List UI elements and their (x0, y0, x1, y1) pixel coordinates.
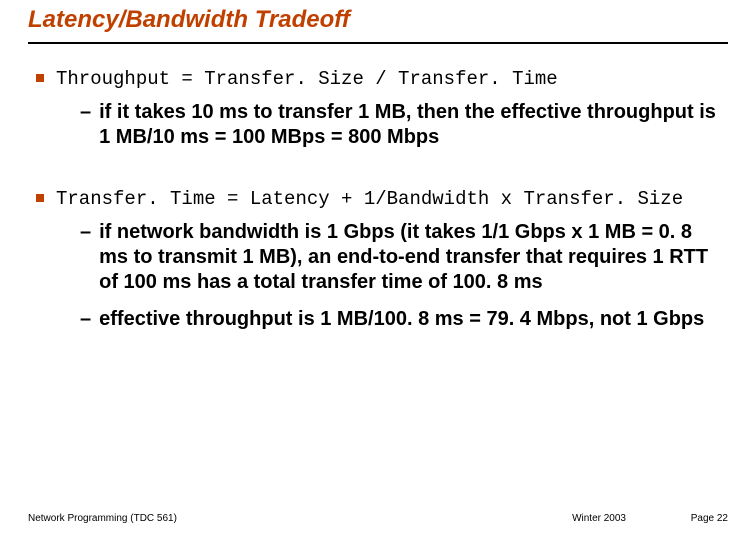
bullet-2-text: Transfer. Time = Latency + 1/Bandwidth x… (56, 188, 683, 212)
footer-page: Page 22 (691, 513, 728, 524)
footer-term: Winter 2003 (572, 513, 626, 524)
footer-course: Network Programming (TDC 561) (28, 513, 177, 524)
sub-bullet-1: – if it takes 10 ms to transfer 1 MB, th… (80, 100, 720, 150)
sub-bullet-2a: – if network bandwidth is 1 Gbps (it tak… (80, 220, 720, 295)
slide: Latency/Bandwidth Tradeoff Throughput = … (0, 0, 756, 540)
square-bullet-icon (36, 194, 44, 202)
dash-icon: – (80, 100, 91, 125)
title-rule (28, 42, 728, 44)
slide-body: Throughput = Transfer. Size / Transfer. … (36, 68, 720, 344)
bullet-2: Transfer. Time = Latency + 1/Bandwidth x… (36, 188, 720, 212)
slide-title: Latency/Bandwidth Tradeoff (28, 6, 350, 34)
bullet-1-text: Throughput = Transfer. Size / Transfer. … (56, 68, 558, 92)
sub-bullet-2a-text: if network bandwidth is 1 Gbps (it takes… (99, 220, 720, 295)
bullet-1: Throughput = Transfer. Size / Transfer. … (36, 68, 720, 92)
sub-bullet-1-text: if it takes 10 ms to transfer 1 MB, then… (99, 100, 720, 150)
dash-icon: – (80, 307, 91, 332)
sub-bullet-2b: – effective throughput is 1 MB/100. 8 ms… (80, 307, 720, 332)
square-bullet-icon (36, 74, 44, 82)
dash-icon: – (80, 220, 91, 245)
sub-bullet-2b-text: effective throughput is 1 MB/100. 8 ms =… (99, 307, 704, 332)
spacer (36, 162, 720, 188)
